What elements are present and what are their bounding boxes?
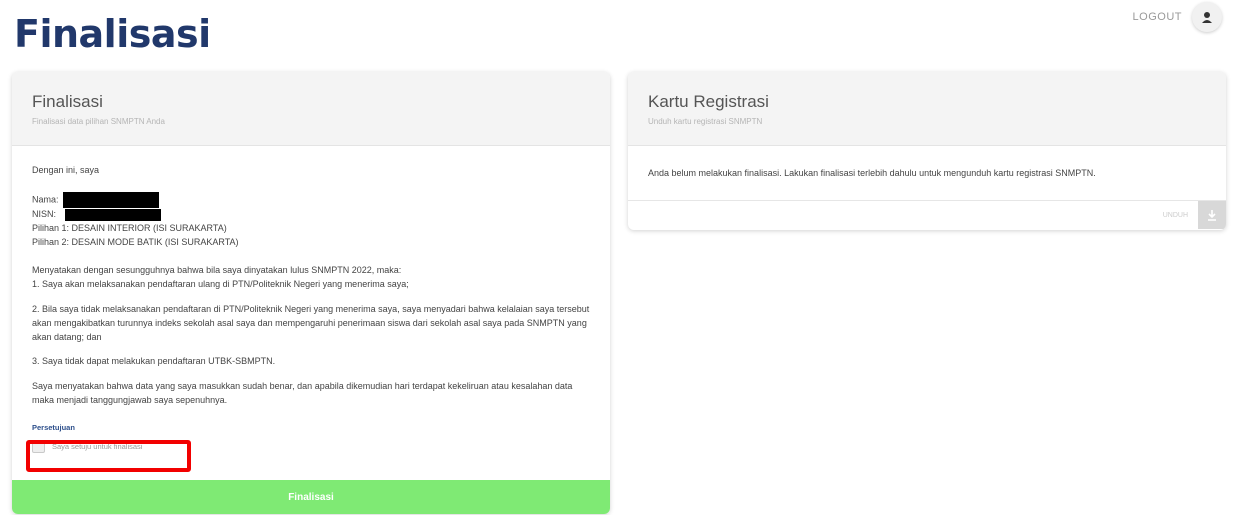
topbar-right: LOGOUT <box>1133 2 1222 32</box>
red-highlight-box <box>26 440 191 472</box>
finalisasi-card-header: Finalisasi Finalisasi data pilihan SNMPT… <box>12 72 610 146</box>
agreement-label: Persetujuan <box>32 423 75 433</box>
finalisasi-card-subtitle: Finalisasi data pilihan SNMPTN Anda <box>32 117 165 126</box>
statement-point-3: 3. Saya tidak dapat melakukan pendaftara… <box>32 356 276 367</box>
kartu-registrasi-subtitle: Unduh kartu registrasi SNMPTN <box>648 117 763 126</box>
page-title: Finalisasi <box>14 12 211 56</box>
name-redaction <box>63 191 160 208</box>
statement-point-1: 1. Saya akan melaksanakan pendaftaran ul… <box>32 278 409 289</box>
nisn-label: NISN: <box>32 208 57 219</box>
finalisasi-card-title: Finalisasi <box>32 92 103 111</box>
kartu-registrasi-title: Kartu Registrasi <box>648 92 769 111</box>
download-icon[interactable] <box>1198 201 1226 229</box>
name-label: Nama: <box>32 194 59 205</box>
finalisasi-button[interactable]: Finalisasi <box>12 480 610 514</box>
user-avatar-icon[interactable] <box>1192 2 1222 32</box>
finalisasi-card-body: Dengan ini, saya Nama: NISN: Pilihan 1: … <box>12 146 610 471</box>
download-label: UNDUH <box>1162 211 1188 219</box>
nisn-redaction <box>64 208 161 221</box>
logout-link[interactable]: LOGOUT <box>1133 11 1182 23</box>
closing-statement: Saya menyatakan bahwa data yang saya mas… <box>32 381 573 406</box>
statement-point-2: 2. Bila saya tidak melaksanakan pendafta… <box>32 303 590 342</box>
pilihan-1: Pilihan 1: DESAIN INTERIOR (ISI SURAKART… <box>32 222 227 233</box>
download-bar: UNDUH <box>628 201 1226 229</box>
nisn-row: NISN: <box>32 208 590 222</box>
finalisasi-notice: Anda belum melakukan finalisasi. Lakukan… <box>628 146 1226 201</box>
kartu-registrasi-card: Kartu Registrasi Unduh kartu registrasi … <box>628 72 1226 230</box>
kartu-registrasi-header: Kartu Registrasi Unduh kartu registrasi … <box>628 72 1226 146</box>
pilihan-2: Pilihan 2: DESAIN MODE BATIK (ISI SURAKA… <box>32 236 239 247</box>
intro-text: Dengan ini, saya <box>32 165 100 175</box>
statement-intro: Menyatakan dengan sesungguhnya bahwa bil… <box>32 264 402 275</box>
name-row: Nama: <box>32 191 590 208</box>
